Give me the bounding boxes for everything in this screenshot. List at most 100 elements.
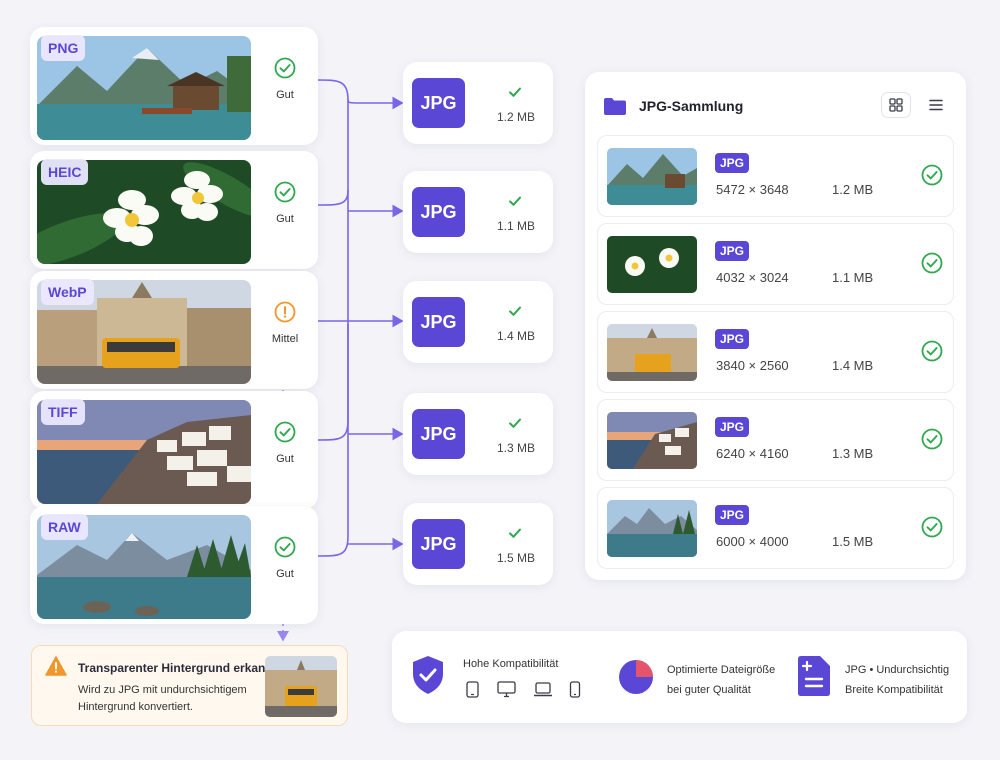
quality-status: Gut bbox=[262, 57, 308, 103]
pie-chart-icon bbox=[619, 660, 653, 694]
quality-label: Mittel bbox=[271, 333, 299, 345]
list-view-button[interactable] bbox=[921, 92, 951, 118]
row-thumbnail bbox=[607, 236, 697, 293]
format-badge: RAW bbox=[41, 514, 88, 540]
jpg-output-card[interactable]: JPG 1.1 MB bbox=[403, 171, 553, 253]
image-dimensions: 4032 × 3024 bbox=[716, 270, 789, 285]
jpg-output-card[interactable]: JPG 1.3 MB bbox=[403, 393, 553, 475]
row-thumbnail bbox=[607, 500, 697, 557]
image-file-size: 1.4 MB bbox=[832, 358, 874, 373]
source-card-webp[interactable]: WebP Mittel bbox=[30, 271, 318, 389]
image-file-size: 1.5 MB bbox=[832, 534, 874, 549]
connector-4 bbox=[317, 324, 349, 557]
alert-title: Transparenter Hintergrund erkannt bbox=[78, 661, 277, 675]
check-circle-icon bbox=[921, 164, 943, 186]
shield-check-icon bbox=[413, 656, 443, 694]
image-dimensions: 6000 × 4000 bbox=[716, 534, 789, 549]
check-circle-icon bbox=[274, 421, 296, 443]
quality-status: Gut bbox=[262, 536, 308, 582]
grid-view-button[interactable] bbox=[881, 92, 911, 118]
quality-label: Gut bbox=[276, 213, 294, 225]
alert-message: Wird zu JPG mit undurchsichtigem Hinterg… bbox=[78, 684, 247, 713]
jpg-file-tile: JPG bbox=[412, 409, 465, 459]
check-icon bbox=[509, 87, 521, 97]
jpg-badge: JPG bbox=[715, 153, 750, 173]
check-icon bbox=[509, 196, 521, 206]
collection-row[interactable]: JPG 6000 × 4000 1.5 MB bbox=[597, 487, 954, 569]
output-file-size: 1.2 MB bbox=[496, 110, 535, 124]
source-card-heic[interactable]: HEIC Gut bbox=[30, 151, 318, 269]
check-circle-icon bbox=[921, 516, 943, 538]
format-badge: HEIC bbox=[41, 159, 89, 185]
check-circle-icon bbox=[274, 57, 296, 79]
alert-thumbnail bbox=[265, 656, 337, 717]
check-circle-icon bbox=[921, 428, 943, 450]
image-file-size: 1.1 MB bbox=[832, 270, 874, 285]
check-circle-icon bbox=[274, 536, 296, 558]
folder-icon bbox=[604, 98, 626, 115]
jpg-file-tile: JPG bbox=[412, 78, 465, 128]
row-thumbnail bbox=[607, 148, 697, 205]
collection-row[interactable]: JPG 5472 × 3648 1.2 MB bbox=[597, 135, 954, 217]
quality-label: Gut bbox=[276, 453, 294, 465]
feature-filesize-line2: bei guter Qualität bbox=[667, 684, 751, 696]
format-badge: TIFF bbox=[41, 399, 85, 425]
check-circle-icon bbox=[274, 181, 296, 203]
jpg-badge: JPG bbox=[715, 329, 750, 349]
quality-status: Mittel bbox=[262, 301, 308, 347]
feature-format-line2: Breite Kompatibilität bbox=[845, 684, 943, 696]
document-icon bbox=[798, 656, 830, 696]
jpg-output-card[interactable]: JPG 1.5 MB bbox=[403, 503, 553, 585]
quality-label: Gut bbox=[276, 568, 294, 580]
jpg-collection-panel: JPG-Sammlung JPG 5472 × 3648 1.2 MB JPG … bbox=[585, 72, 966, 580]
phone-icon bbox=[569, 681, 581, 698]
quality-status: Gut bbox=[262, 181, 308, 227]
jpg-badge: JPG bbox=[715, 505, 750, 525]
connector-3 bbox=[317, 324, 349, 441]
row-thumbnail bbox=[607, 412, 697, 469]
monitor-icon bbox=[497, 681, 516, 698]
image-dimensions: 3840 × 2560 bbox=[716, 358, 789, 373]
quality-label: Gut bbox=[276, 89, 294, 101]
output-file-size: 1.4 MB bbox=[496, 329, 535, 343]
source-card-tiff[interactable]: TIFF Gut bbox=[30, 391, 318, 509]
source-card-png[interactable]: PNG Gut bbox=[30, 27, 318, 145]
quality-status: Gut bbox=[262, 421, 308, 467]
connector-1 bbox=[317, 189, 349, 206]
source-card-raw[interactable]: RAW Gut bbox=[30, 506, 318, 624]
connector-0 bbox=[317, 79, 349, 324]
check-circle-icon bbox=[921, 252, 943, 274]
jpg-badge: JPG bbox=[715, 417, 750, 437]
jpg-badge: JPG bbox=[715, 241, 750, 261]
jpg-output-card[interactable]: JPG 1.2 MB bbox=[403, 62, 553, 144]
image-file-size: 1.2 MB bbox=[832, 182, 874, 197]
check-icon bbox=[509, 528, 521, 538]
laptop-icon bbox=[534, 682, 552, 697]
feature-compatibility: Hohe Kompatibilität bbox=[463, 658, 559, 670]
check-icon bbox=[509, 306, 521, 316]
jpg-file-tile: JPG bbox=[412, 187, 465, 237]
collection-row[interactable]: JPG 3840 × 2560 1.4 MB bbox=[597, 311, 954, 393]
check-icon bbox=[509, 418, 521, 428]
format-badge: PNG bbox=[41, 35, 86, 61]
jpg-output-card[interactable]: JPG 1.4 MB bbox=[403, 281, 553, 363]
output-file-size: 1.5 MB bbox=[496, 551, 535, 565]
panel-title: JPG-Sammlung bbox=[639, 98, 744, 114]
warning-triangle-icon bbox=[45, 656, 67, 676]
grid-view-icon bbox=[889, 98, 903, 112]
tablet-icon bbox=[466, 681, 479, 698]
arrow-out-0 bbox=[347, 96, 404, 110]
collection-row[interactable]: JPG 6240 × 4160 1.3 MB bbox=[597, 399, 954, 481]
panel-header: JPG-Sammlung bbox=[603, 94, 743, 118]
collection-row[interactable]: JPG 4032 × 3024 1.1 MB bbox=[597, 223, 954, 305]
output-file-size: 1.1 MB bbox=[496, 219, 535, 233]
row-thumbnail bbox=[607, 324, 697, 381]
image-dimensions: 6240 × 4160 bbox=[716, 446, 789, 461]
transparency-alert: Transparenter Hintergrund erkannt Wird z… bbox=[31, 645, 348, 726]
format-badge: WebP bbox=[41, 279, 94, 305]
warning-circle-icon bbox=[274, 301, 296, 323]
jpg-file-tile: JPG bbox=[412, 297, 465, 347]
image-dimensions: 5472 × 3648 bbox=[716, 182, 789, 197]
jpg-file-tile: JPG bbox=[412, 519, 465, 569]
output-file-size: 1.3 MB bbox=[496, 441, 535, 455]
